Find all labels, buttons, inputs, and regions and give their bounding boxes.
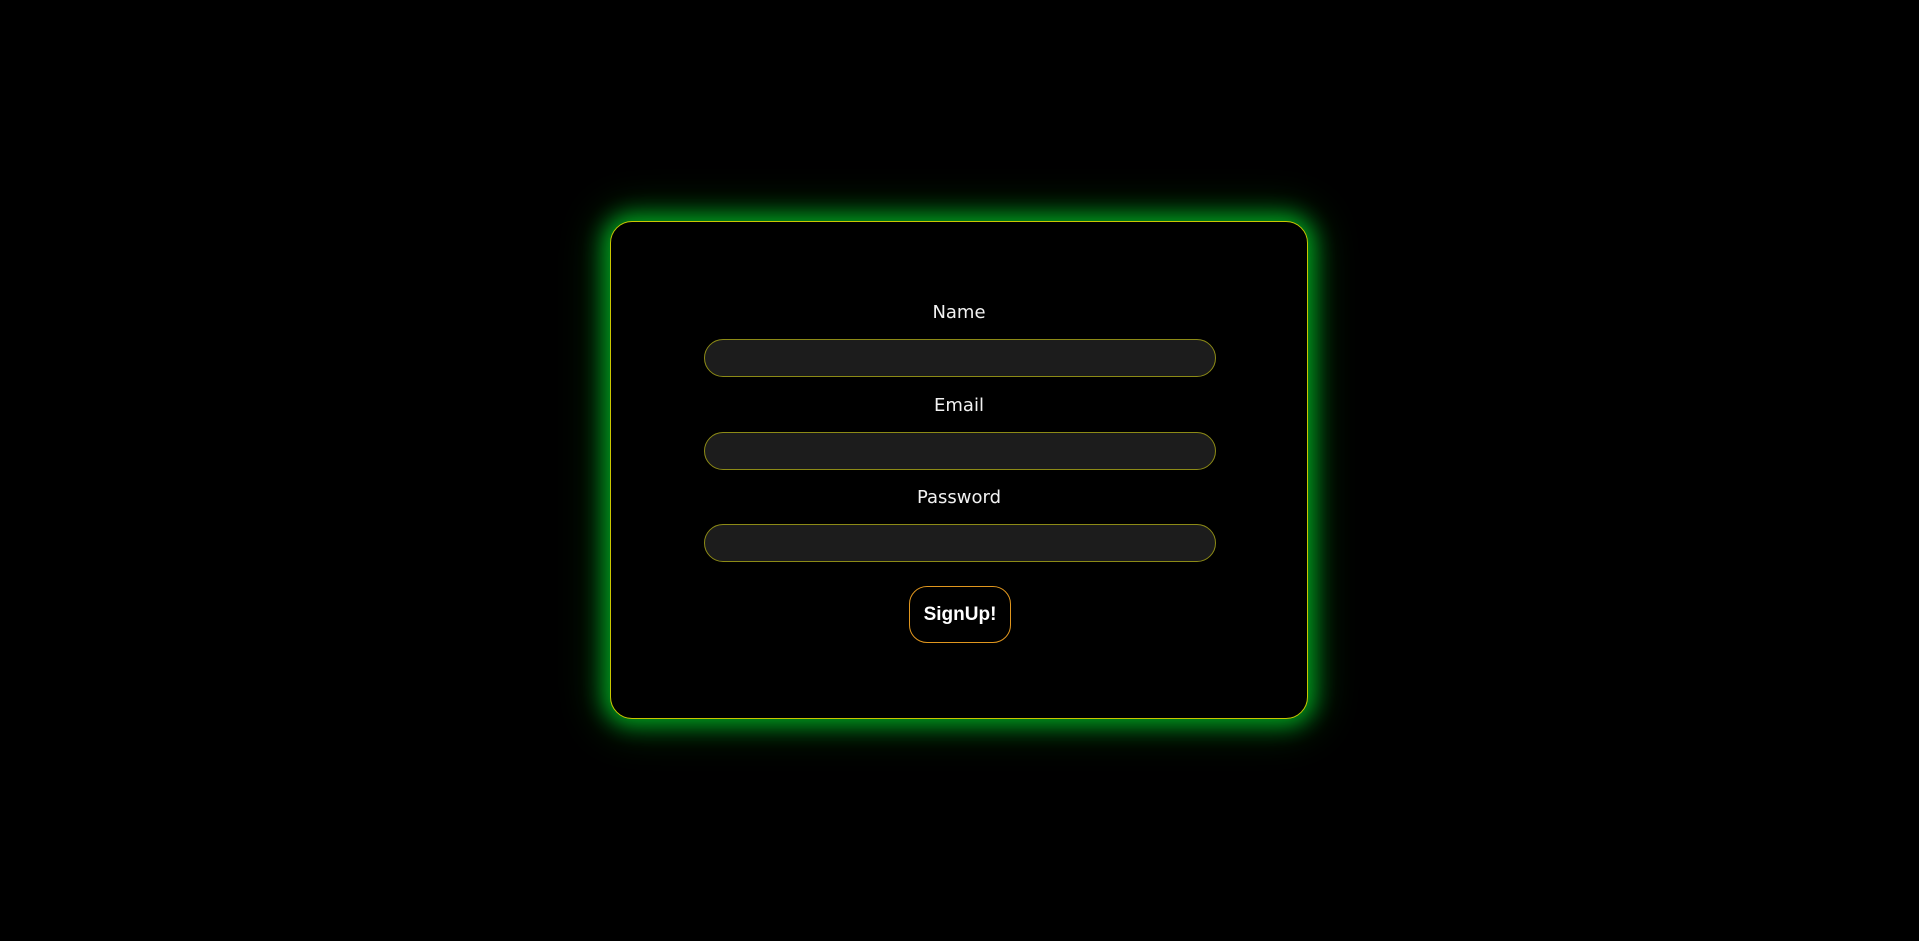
password-input[interactable]: [704, 524, 1216, 562]
name-label: Name: [932, 302, 986, 323]
password-label: Password: [916, 487, 1002, 508]
signup-button[interactable]: SignUp!: [909, 586, 1011, 643]
email-input[interactable]: [704, 432, 1216, 470]
email-label: Email: [934, 395, 984, 416]
signup-card: Name Email Password SignUp!: [610, 221, 1308, 719]
name-input[interactable]: [704, 339, 1216, 377]
